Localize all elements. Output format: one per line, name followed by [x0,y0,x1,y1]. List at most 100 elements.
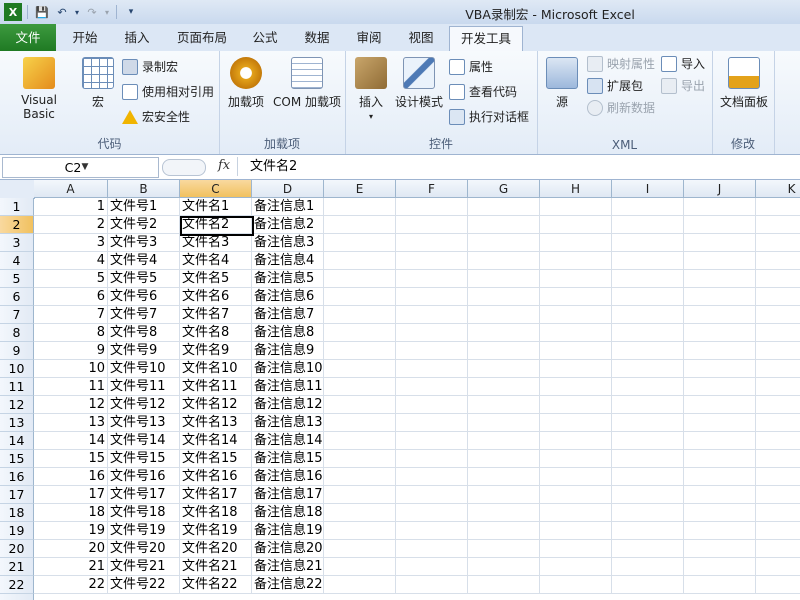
visual-basic-button[interactable]: Visual Basic [4,57,74,121]
cell-j10[interactable] [684,360,756,378]
cell-f2[interactable] [396,216,468,234]
cell-g11[interactable] [468,378,540,396]
cell-h12[interactable] [540,396,612,414]
cell-i11[interactable] [612,378,684,396]
cell-i15[interactable] [612,450,684,468]
cell-j21[interactable] [684,558,756,576]
cell-j2[interactable] [684,216,756,234]
cell-b18[interactable]: 文件号18 [108,504,180,522]
cell-b4[interactable]: 文件号4 [108,252,180,270]
cell-c8[interactable]: 文件名8 [180,324,252,342]
column-header-a[interactable]: A [34,180,108,198]
cell-j20[interactable] [684,540,756,558]
macro-security-button[interactable]: 宏安全性 [122,107,190,127]
cell-k21[interactable] [756,558,800,576]
cell-h4[interactable] [540,252,612,270]
cell-f16[interactable] [396,468,468,486]
row-header[interactable]: 2 [0,216,34,234]
macros-button[interactable]: 宏 [80,57,116,110]
cell-j13[interactable] [684,414,756,432]
cell-i3[interactable] [612,234,684,252]
cell-e8[interactable] [324,324,396,342]
cell-g21[interactable] [468,558,540,576]
cell-e22[interactable] [324,576,396,594]
tab-home[interactable]: 开始 [60,26,110,50]
column-header-b[interactable]: B [108,180,180,198]
cell-e16[interactable] [324,468,396,486]
cell-d9[interactable]: 备注信息9 [252,342,324,360]
cell-e19[interactable] [324,522,396,540]
cell-d22[interactable]: 备注信息22 [252,576,324,594]
cell-c9[interactable]: 文件名9 [180,342,252,360]
cell-d14[interactable]: 备注信息14 [252,432,324,450]
cell-k8[interactable] [756,324,800,342]
cell-h1[interactable] [540,198,612,216]
cell-d4[interactable]: 备注信息4 [252,252,324,270]
row-header[interactable]: 7 [0,306,34,324]
cell-g2[interactable] [468,216,540,234]
cell-a21[interactable]: 21 [34,558,108,576]
cell-i1[interactable] [612,198,684,216]
cell-b12[interactable]: 文件号12 [108,396,180,414]
cell-f4[interactable] [396,252,468,270]
cell-h18[interactable] [540,504,612,522]
cell-g10[interactable] [468,360,540,378]
cell-h21[interactable] [540,558,612,576]
cell-d16[interactable]: 备注信息16 [252,468,324,486]
cell-c3[interactable]: 文件名3 [180,234,252,252]
cell-k20[interactable] [756,540,800,558]
cell-j14[interactable] [684,432,756,450]
cell-e9[interactable] [324,342,396,360]
cell-k1[interactable] [756,198,800,216]
cell-g20[interactable] [468,540,540,558]
cell-h11[interactable] [540,378,612,396]
cell-i13[interactable] [612,414,684,432]
tab-review[interactable]: 审阅 [346,26,392,50]
cell-k6[interactable] [756,288,800,306]
row-header[interactable]: 11 [0,378,34,396]
cell-a14[interactable]: 14 [34,432,108,450]
cell-i20[interactable] [612,540,684,558]
cell-h6[interactable] [540,288,612,306]
cell-i16[interactable] [612,468,684,486]
cell-c7[interactable]: 文件名7 [180,306,252,324]
properties-button[interactable]: 属性 [449,57,493,77]
row-header[interactable]: 14 [0,432,34,450]
cell-d15[interactable]: 备注信息15 [252,450,324,468]
cell-e10[interactable] [324,360,396,378]
cell-f17[interactable] [396,486,468,504]
import-button[interactable]: 导入 [661,54,705,74]
cell-e13[interactable] [324,414,396,432]
cell-a6[interactable]: 6 [34,288,108,306]
column-header-j[interactable]: J [684,180,756,198]
view-code-button[interactable]: 查看代码 [449,82,517,102]
cell-g14[interactable] [468,432,540,450]
cell-k2[interactable] [756,216,800,234]
tab-insert[interactable]: 插入 [112,26,162,50]
select-all-corner[interactable] [0,180,35,199]
cell-c10[interactable]: 文件名10 [180,360,252,378]
cell-f20[interactable] [396,540,468,558]
cell-a10[interactable]: 10 [34,360,108,378]
row-header[interactable]: 20 [0,540,34,558]
column-header-d[interactable]: D [252,180,324,198]
cell-a5[interactable]: 5 [34,270,108,288]
cell-f14[interactable] [396,432,468,450]
cell-d18[interactable]: 备注信息18 [252,504,324,522]
formula-input[interactable]: 文件名2 [237,157,800,176]
cell-a7[interactable]: 7 [34,306,108,324]
xml-source-button[interactable]: 源 [545,57,579,110]
cell-i7[interactable] [612,306,684,324]
cell-d2[interactable]: 备注信息2 [252,216,324,234]
cell-i17[interactable] [612,486,684,504]
expansion-packs-button[interactable]: 扩展包 [587,76,643,96]
cell-g15[interactable] [468,450,540,468]
cell-a17[interactable]: 17 [34,486,108,504]
cell-b10[interactable]: 文件号10 [108,360,180,378]
cell-h5[interactable] [540,270,612,288]
cell-f11[interactable] [396,378,468,396]
tab-file[interactable]: 文件 [0,24,56,51]
cell-i6[interactable] [612,288,684,306]
cell-c16[interactable]: 文件名16 [180,468,252,486]
cell-f15[interactable] [396,450,468,468]
